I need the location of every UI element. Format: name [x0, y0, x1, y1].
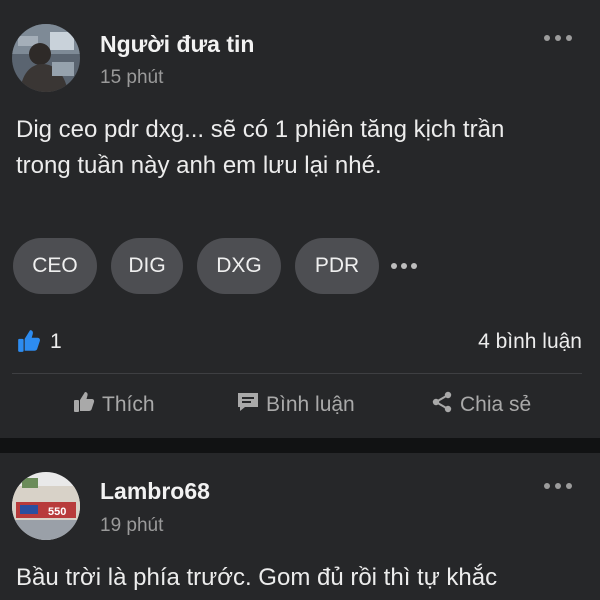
author-name[interactable]: Lambro68 — [100, 478, 210, 505]
post-time: 19 phút — [100, 515, 164, 536]
author-avatar[interactable] — [12, 24, 80, 92]
share-icon — [430, 390, 454, 420]
share-label: Chia sẻ — [460, 393, 532, 416]
thumbs-up-icon — [72, 390, 96, 420]
post-actions: Thích Bình luận Chia sẻ — [0, 390, 600, 428]
more-icon[interactable] — [544, 483, 572, 489]
post-card: 550 Lambro68 19 phút Bầu trời là phía tr… — [0, 453, 600, 600]
post-content: Bầu trời là phía trước. Gom đủ rồi thì t… — [16, 560, 580, 596]
more-tags-icon[interactable] — [391, 263, 417, 269]
content-line: Dig ceo pdr dxg... sẽ có 1 phiên tăng kị… — [16, 116, 505, 143]
tag-pdr[interactable]: PDR — [295, 238, 379, 294]
comment-icon — [236, 390, 260, 420]
comment-count[interactable]: 4 bình luận — [478, 330, 582, 354]
content-line: Bầu trời là phía trước. Gom đủ rồi thì t… — [16, 564, 498, 591]
more-icon[interactable] — [544, 35, 572, 41]
svg-text:550: 550 — [48, 506, 66, 518]
post-content: Dig ceo pdr dxg... sẽ có 1 phiên tăng kị… — [16, 112, 580, 184]
comment-button[interactable]: Bình luận — [236, 390, 355, 420]
post-time: 15 phút — [100, 67, 164, 88]
tag-dig[interactable]: DIG — [111, 238, 183, 294]
like-label: Thích — [102, 393, 155, 416]
post-card: Người đưa tin 15 phút Dig ceo pdr dxg...… — [0, 0, 600, 438]
like-button[interactable]: Thích — [72, 390, 155, 420]
divider — [12, 373, 582, 374]
thumbs-up-icon — [16, 328, 42, 359]
share-button[interactable]: Chia sẻ — [430, 390, 531, 420]
content-line: trong tuần này anh em lưu lại nhé. — [16, 152, 382, 179]
stock-tags: CEO DIG DXG PDR — [13, 238, 417, 294]
tag-ceo[interactable]: CEO — [13, 238, 97, 294]
comment-label: Bình luận — [266, 393, 355, 416]
author-name[interactable]: Người đưa tin — [100, 31, 254, 58]
author-avatar[interactable]: 550 — [12, 472, 80, 540]
tag-dxg[interactable]: DXG — [197, 238, 281, 294]
post-stats: 1 4 bình luận — [16, 326, 582, 360]
like-count: 1 — [50, 330, 62, 353]
